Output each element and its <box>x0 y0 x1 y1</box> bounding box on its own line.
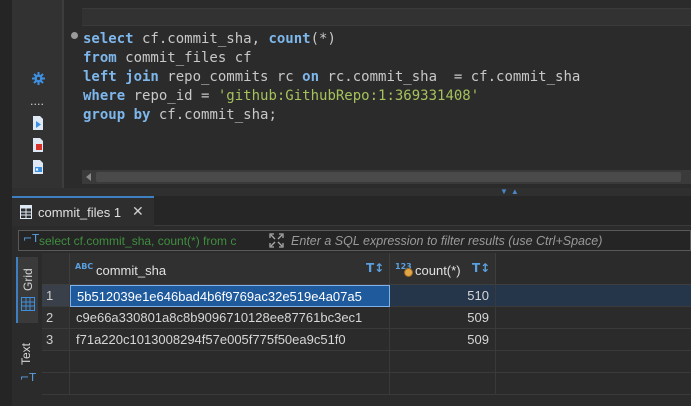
table-row[interactable]: 2 c9e66a330801a8c8b9096710128ee87761bc3ec… <box>42 307 691 329</box>
filter-history-icon[interactable]: ⌐T <box>23 232 39 245</box>
text-type-icon: ABC <box>75 262 94 271</box>
cell-empty <box>390 373 496 395</box>
sql-keyword: group by <box>83 107 151 123</box>
tab-grid-view[interactable]: Grid <box>16 257 38 323</box>
row-filler <box>496 329 691 351</box>
column-label: commit_sha <box>96 263 167 278</box>
grid-view-label: Grid <box>21 268 35 291</box>
row-number[interactable]: 3 <box>42 329 70 351</box>
grid-icon <box>21 297 35 316</box>
settings-gear-icon[interactable] <box>31 71 45 85</box>
sql-editor[interactable]: select cf.commit_sha, count(*) from commi… <box>64 0 691 188</box>
row-number[interactable]: 2 <box>42 307 70 329</box>
sql-keyword: count <box>268 31 311 47</box>
code-line[interactable]: left join repo_commits rc on rc.commit_s… <box>83 68 580 87</box>
tab-text-view[interactable]: Text ⌐T <box>16 329 38 399</box>
sql-keyword: select <box>83 31 134 47</box>
sql-text: rc.commit_sha = cf.commit_sha <box>319 69 581 85</box>
table-row[interactable]: 1 5b512039e1e646bad4b6f9769ac32e519e4a07a… <box>42 285 691 307</box>
row-number-empty <box>42 373 70 395</box>
tab-commit-files-1[interactable]: commit_files 1 ✕ <box>12 196 154 226</box>
cell-count[interactable]: 509 <box>390 329 496 351</box>
sort-filter-icon[interactable]: T↕ <box>472 261 490 275</box>
cell-empty <box>390 351 496 373</box>
close-icon[interactable]: ✕ <box>132 204 144 220</box>
cell-empty <box>70 373 390 395</box>
filter-row: ⌐T select cf.commit_sha, count(*) from c… <box>12 227 691 253</box>
left-strip <box>0 0 12 406</box>
text-view-icon: ⌐T <box>20 371 36 384</box>
sql-text: commit_files cf <box>116 50 252 66</box>
cell-commit-sha[interactable]: f71a220c1013008294f57e005f775f50ea9c51f0 <box>70 329 390 351</box>
cell-commit-sha[interactable]: 5b512039e1e646bad4b6f9769ac32e519e4a07a5 <box>70 285 390 307</box>
splitter-arrows-icon[interactable]: ▼▲ <box>500 188 522 196</box>
sql-keyword: from <box>83 50 117 66</box>
sql-string: 'github:GithubRepo:1:369331408' <box>217 88 480 104</box>
code-line[interactable]: where repo_id = 'github:GithubRepo:1:369… <box>83 87 580 106</box>
editor-results-splitter[interactable]: ▼▲ <box>12 188 691 196</box>
column-header-commit-sha[interactable]: ABC commit_sha T↕ <box>70 253 390 285</box>
key-icon <box>404 268 413 277</box>
gutter-dots: .... <box>30 95 44 108</box>
scrollbar-thumb[interactable] <box>96 172 681 182</box>
table-icon <box>20 205 32 224</box>
row-number-empty <box>42 351 70 373</box>
tab-label: commit_files 1 <box>38 205 122 220</box>
row-filler <box>496 373 691 395</box>
row-filler <box>496 307 691 329</box>
expand-filter-icon[interactable] <box>269 233 284 248</box>
cell-commit-sha[interactable]: c9e66a330801a8c8b9096710128ee87761bc3ec1 <box>70 307 390 329</box>
row-filler <box>496 285 691 307</box>
text-view-label: Text <box>19 342 33 365</box>
filter-history-text[interactable]: select cf.commit_sha, count(*) from c <box>39 234 265 248</box>
sql-text: repo_commits rc <box>158 69 303 85</box>
sql-text: (*) <box>310 31 336 47</box>
row-number-header[interactable] <box>42 253 70 285</box>
row-number[interactable]: 1 <box>42 285 70 307</box>
header-filler <box>496 253 691 285</box>
filter-placeholder: Enter a SQL expression to filter results… <box>291 234 603 248</box>
fold-marker-icon[interactable] <box>71 32 78 39</box>
sql-text: cf.commit_sha, <box>133 31 269 47</box>
sql-keyword: on <box>302 69 320 85</box>
results-grid[interactable]: ABC commit_sha T↕ 123 count(*) T↕ 1 5b512… <box>42 253 691 406</box>
empty-row <box>42 351 691 373</box>
table-row[interactable]: 3 f71a220c1013008294f57e005f775f50ea9c51f… <box>42 329 691 351</box>
sql-text: cf.commit_sha; <box>150 107 277 123</box>
current-line-highlight <box>82 8 691 26</box>
editor-horizontal-scrollbar[interactable] <box>82 170 691 184</box>
editor-gutter: .... <box>12 0 62 188</box>
explain-plan-icon[interactable] <box>31 160 45 174</box>
empty-row <box>42 373 691 395</box>
execute-script-icon[interactable] <box>31 116 45 130</box>
stop-script-icon[interactable] <box>31 138 45 152</box>
sort-filter-icon[interactable]: T↕ <box>366 261 384 275</box>
code-line[interactable]: from commit_files cf <box>83 49 580 68</box>
scroll-left-arrow-icon[interactable] <box>86 173 91 181</box>
sql-text: repo_id = <box>125 88 218 104</box>
filter-input[interactable]: ⌐T select cf.commit_sha, count(*) from c… <box>18 230 691 251</box>
sql-keyword: left join <box>83 69 159 85</box>
cell-count[interactable]: 510 <box>390 285 496 307</box>
cell-empty <box>70 351 390 373</box>
code-line[interactable]: group by cf.commit_sha; <box>83 106 580 125</box>
cell-count[interactable]: 509 <box>390 307 496 329</box>
view-mode-tabs: Grid Text ⌐T <box>12 253 42 406</box>
column-label: count(*) <box>415 263 461 278</box>
results-tab-bar: commit_files 1 ✕ <box>12 196 691 226</box>
row-filler <box>496 351 691 373</box>
sql-keyword: where <box>83 88 126 104</box>
sql-code[interactable]: select cf.commit_sha, count(*) from commi… <box>83 30 580 125</box>
column-header-count[interactable]: 123 count(*) T↕ <box>390 253 496 285</box>
code-line[interactable]: select cf.commit_sha, count(*) <box>83 30 580 49</box>
